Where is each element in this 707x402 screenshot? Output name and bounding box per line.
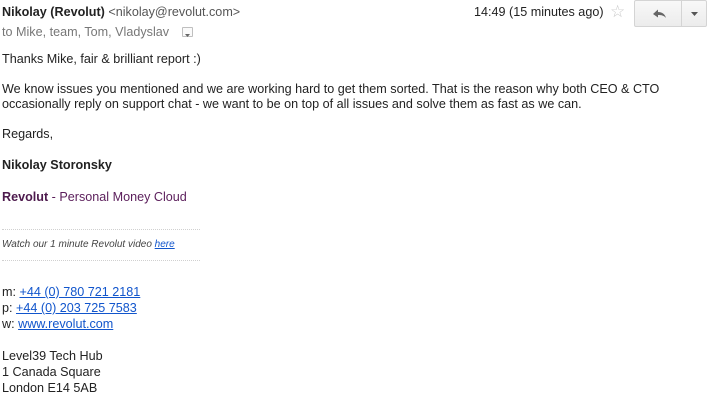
body-paragraph-line-2: occasionally reply on support chat - we … [2,97,582,111]
signoff: Regards, [2,127,54,141]
brand-name: Revolut [2,190,49,204]
expand-recipients-button[interactable] [182,27,193,37]
signature-brand-line: Revolut - Personal Money Cloud [2,189,187,205]
star-icon[interactable]: ☆ [610,2,625,22]
web-label: w: [2,317,19,331]
phone-line: p: +44 (0) 203 725 7583 [2,300,137,316]
body-paragraph-line-1: We know issues you mentioned and we are … [2,82,660,96]
address-line-3: London E14 5AB [2,381,98,395]
sender-email[interactable]: <nikolay@revolut.com> [108,5,240,19]
reply-button-group [634,0,707,27]
greeting: Thanks Mike, fair & brilliant report :) [2,52,201,66]
address-line-2: 1 Canada Square [2,365,101,379]
web-line: w: www.revolut.com [2,316,113,332]
mobile-line: m: +44 (0) 780 721 2181 [2,284,140,300]
phone-label: p: [2,301,17,315]
recipients: to Mike, team, Tom, Vladyslav [2,25,170,39]
phone-link[interactable]: +44 (0) 203 725 7583 [16,301,137,315]
sender: Nikolay (Revolut) <nikolay@revolut.com> [2,4,240,20]
signature-divider-top [2,229,200,230]
signature-divider-bottom [2,260,200,261]
reply-button[interactable] [635,1,681,26]
video-link[interactable]: here [155,239,175,250]
mobile-link[interactable]: +44 (0) 780 721 2181 [20,285,141,299]
sender-name[interactable]: Nikolay (Revolut) [2,5,105,19]
expand-caret-icon [185,34,190,37]
more-options-button[interactable] [682,1,707,26]
video-line: Watch our 1 minute Revolut video here [2,237,175,253]
brand-tagline: - Personal Money Cloud [48,190,187,204]
reply-arrow-icon [653,9,666,18]
dropdown-caret-icon [691,12,698,16]
web-link[interactable]: www.revolut.com [18,317,113,331]
address-line-1: Level39 Tech Hub [2,349,103,363]
mobile-label: m: [2,285,20,299]
signature-name: Nikolay Storonsky [2,158,112,172]
timestamp[interactable]: 14:49 (15 minutes ago) [474,4,604,20]
video-text: Watch our 1 minute Revolut video [2,239,155,250]
